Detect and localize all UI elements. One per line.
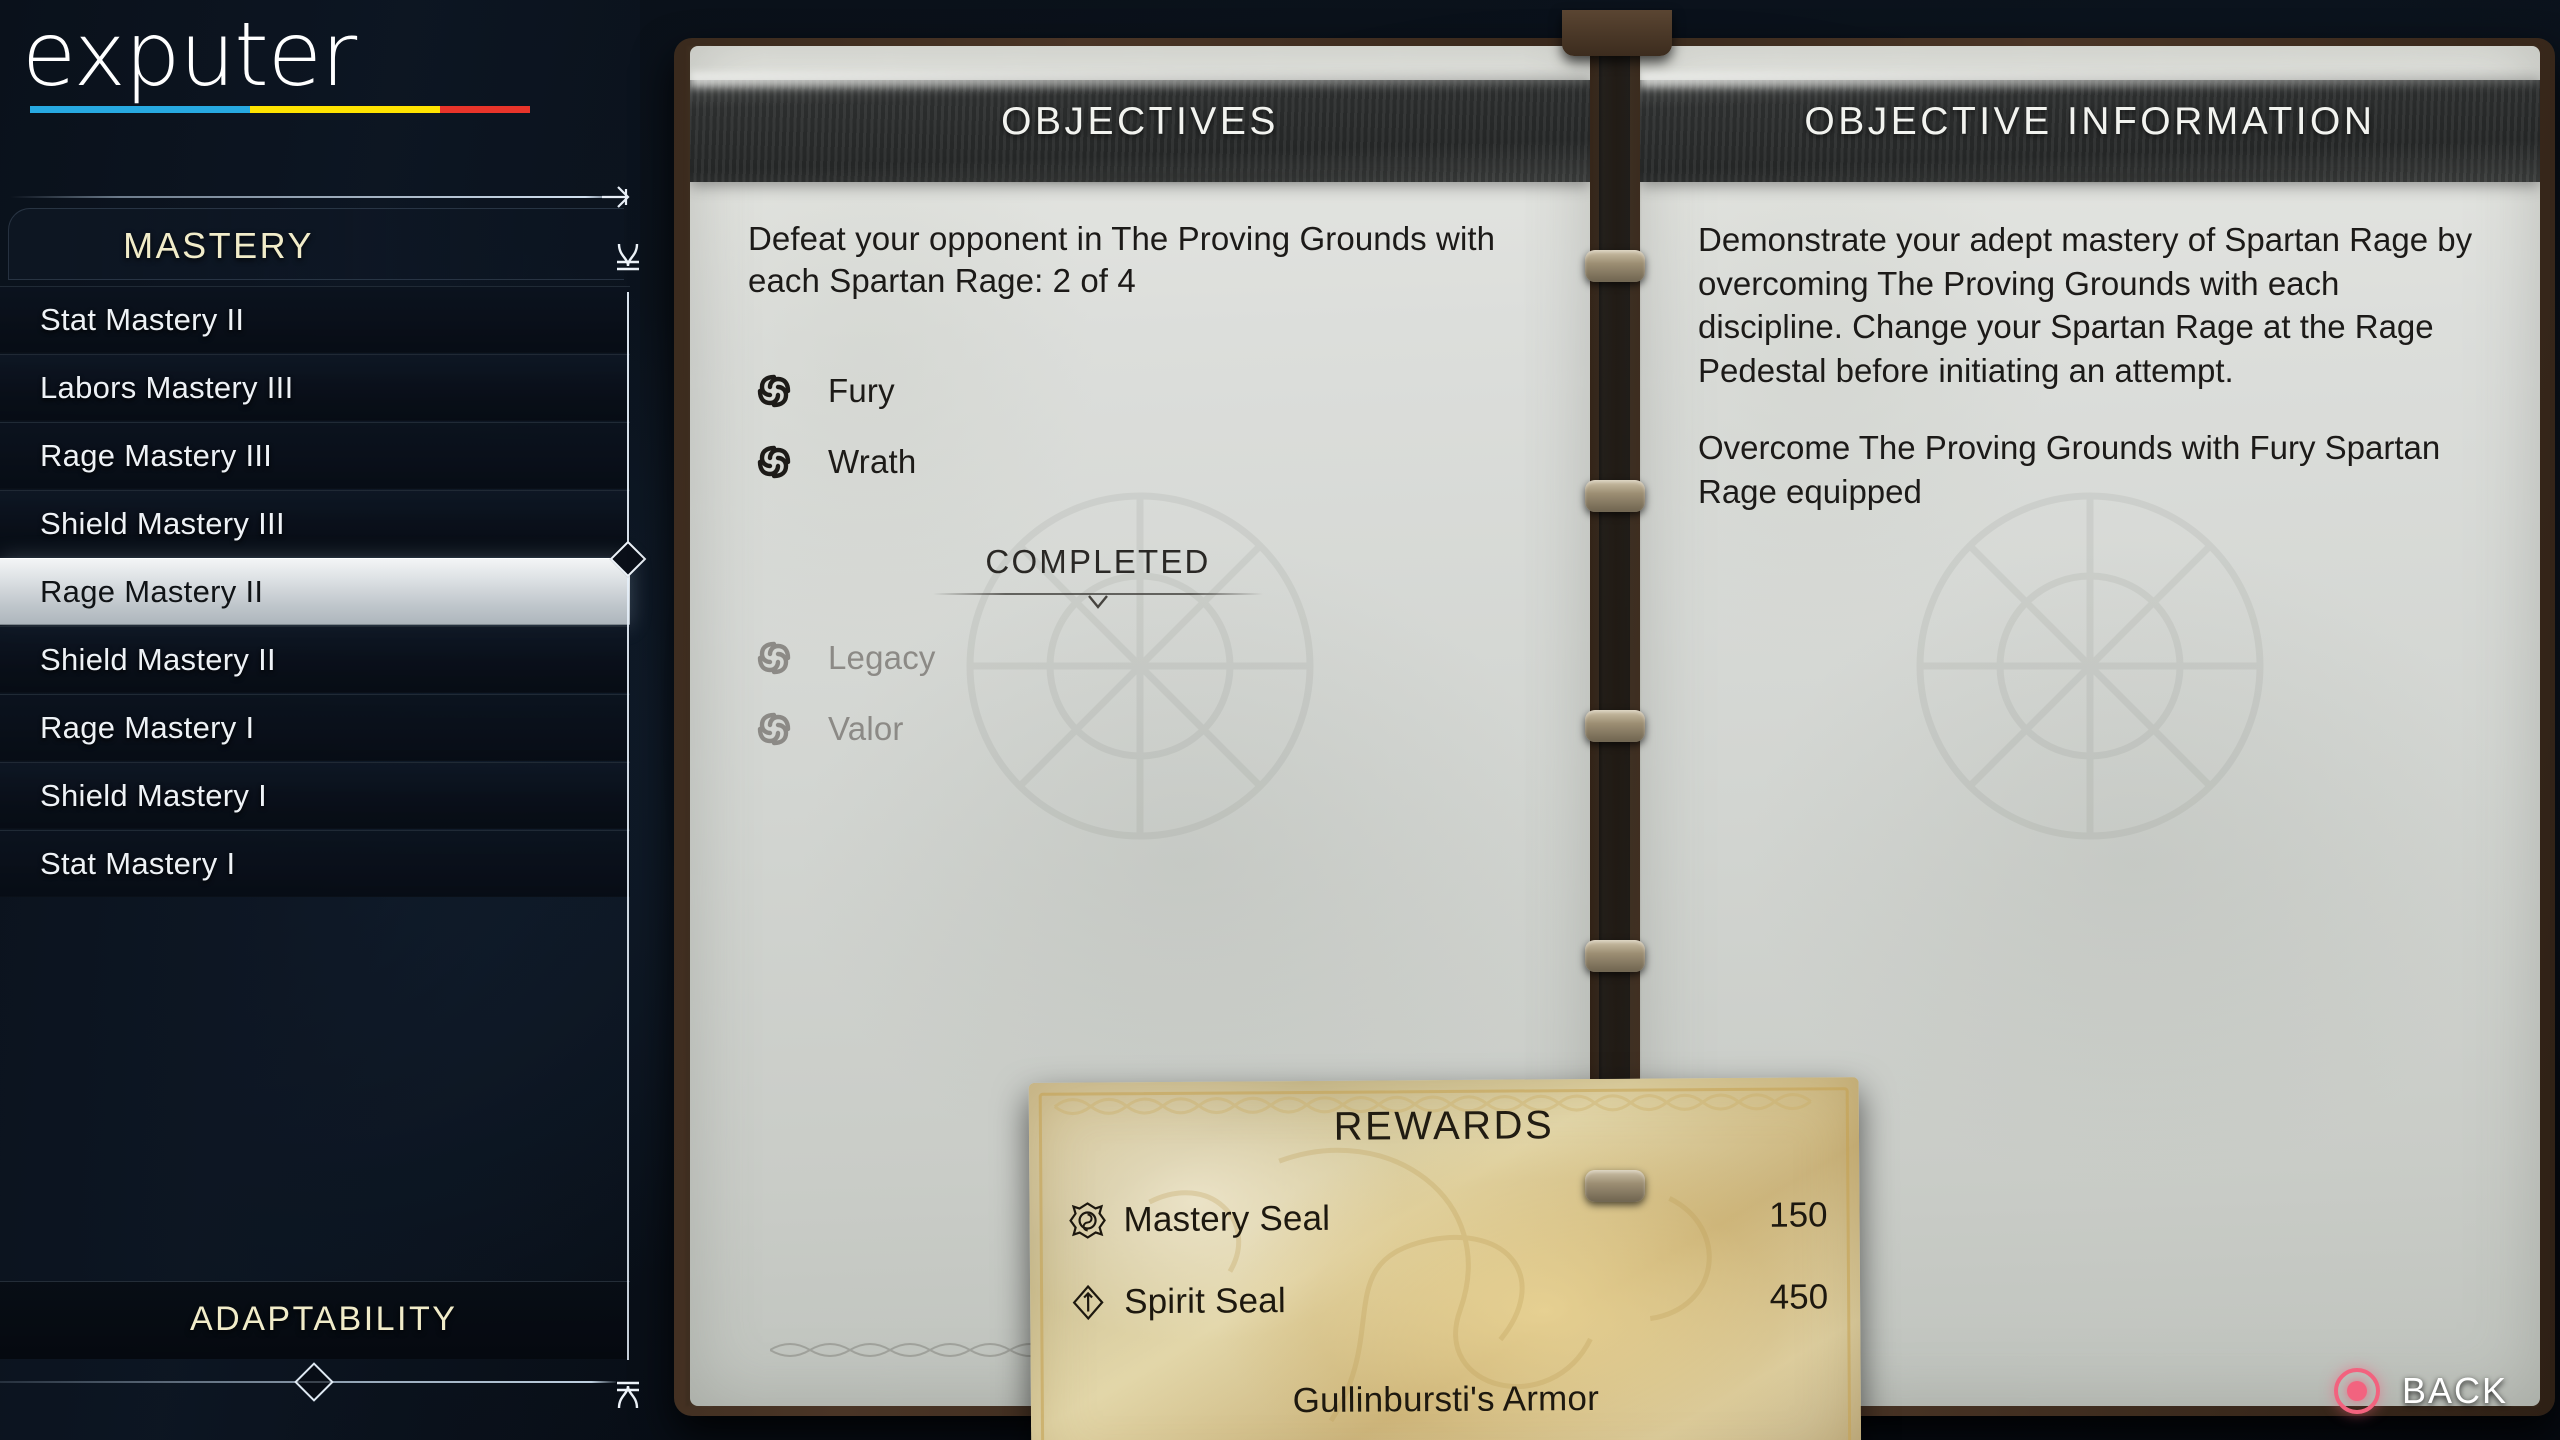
objective-description: Demonstrate your adept mastery of Sparta… bbox=[1698, 221, 2473, 389]
book-binding-ring bbox=[1585, 250, 1645, 282]
logo-underline bbox=[30, 106, 530, 113]
sidebar-item-label: Shield Mastery II bbox=[40, 641, 276, 677]
rune-scroll-down-icon bbox=[617, 1381, 639, 1409]
sidebar-section-title: MASTERY bbox=[123, 225, 314, 266]
book-binding-ring bbox=[1585, 480, 1645, 512]
sidebar-item-labors-mastery-iii[interactable]: Labors Mastery III bbox=[0, 354, 630, 421]
sidebar-item-label: Rage Mastery II bbox=[40, 573, 264, 609]
exputer-logo: exputer bbox=[22, 3, 542, 113]
celtic-knot-icon bbox=[757, 374, 791, 408]
objective-row-legacy[interactable]: Legacy bbox=[748, 625, 1538, 691]
sidebar-item-label: Rage Mastery I bbox=[40, 709, 255, 745]
logo-underline-blue bbox=[30, 106, 250, 113]
objectives-header-title: OBJECTIVES bbox=[1001, 100, 1279, 143]
sidebar-item-label: Stat Mastery II bbox=[40, 301, 245, 337]
reward-row-mastery-seal: Mastery Seal 150 bbox=[1067, 1195, 1828, 1240]
objective-summary-text: Defeat your opponent in The Proving Grou… bbox=[748, 220, 1496, 299]
spirit-seal-icon bbox=[1072, 1284, 1104, 1321]
objective-name: Valor bbox=[828, 709, 904, 747]
back-button-label: BACK bbox=[2401, 1370, 2508, 1411]
reward-item-name: Gullinbursti's Armor bbox=[1292, 1378, 1600, 1421]
sidebar-item-label: Shield Mastery I bbox=[40, 777, 268, 813]
objective-row-wrath[interactable]: Wrath bbox=[748, 429, 1538, 495]
objective-name: Fury bbox=[828, 371, 895, 409]
logo-underline-red bbox=[440, 106, 530, 113]
book-clasp bbox=[1562, 10, 1672, 56]
rune-scroll-up-icon bbox=[617, 243, 639, 271]
sidebar-section-header-adaptability[interactable]: ADAPTABILITY bbox=[0, 1281, 630, 1359]
mastery-seal-icon bbox=[1069, 1202, 1106, 1239]
scroll-rail-line bbox=[627, 292, 629, 1360]
reward-name: Mastery Seal bbox=[1123, 1198, 1331, 1240]
chevron-down-icon bbox=[1088, 595, 1108, 609]
sidebar-item-label: Rage Mastery III bbox=[40, 437, 273, 473]
celtic-knot-icon bbox=[757, 712, 791, 746]
playstation-circle-icon bbox=[2333, 1368, 2380, 1414]
rewards-title: REWARDS bbox=[1333, 1103, 1555, 1149]
left-page-header-band: OBJECTIVES bbox=[690, 80, 1590, 182]
reward-value: 450 bbox=[1769, 1277, 1829, 1317]
sidebar-item-shield-mastery-iii[interactable]: Shield Mastery III bbox=[0, 490, 630, 557]
reward-name: Spirit Seal bbox=[1124, 1281, 1286, 1322]
menu-scroll-rail[interactable] bbox=[604, 236, 652, 1416]
mastery-sidebar: exputer MASTERY Stat Mastery II Labors M… bbox=[0, 0, 640, 1440]
sidebar-item-shield-mastery-i[interactable]: Shield Mastery I bbox=[0, 762, 630, 829]
back-button[interactable]: BACK bbox=[2333, 1368, 2508, 1414]
objective-information-content: Demonstrate your adept mastery of Sparta… bbox=[1698, 218, 2488, 513]
completed-objectives-list: Legacy Valor bbox=[748, 625, 1538, 762]
sidebar-item-shield-mastery-ii[interactable]: Shield Mastery II bbox=[0, 626, 630, 693]
objective-name: Legacy bbox=[828, 638, 936, 676]
sidebar-footer-section-title: ADAPTABILITY bbox=[190, 1300, 458, 1338]
logo-underline-yellow bbox=[250, 106, 440, 113]
objective-row-valor[interactable]: Valor bbox=[748, 696, 1538, 762]
objective-row-fury[interactable]: Fury bbox=[748, 358, 1538, 424]
book-binding-ring bbox=[1585, 1170, 1645, 1202]
objective-information-header-title: OBJECTIVE INFORMATION bbox=[1804, 100, 2376, 143]
sidebar-item-label: Stat Mastery I bbox=[40, 845, 236, 881]
objective-current-step: Overcome The Proving Grounds with Fury S… bbox=[1698, 429, 2441, 510]
sidebar-item-stat-mastery-i[interactable]: Stat Mastery I bbox=[0, 830, 630, 897]
diamond-marker-icon bbox=[294, 1362, 334, 1402]
mastery-menu-list[interactable]: Stat Mastery II Labors Mastery III Rage … bbox=[0, 286, 640, 898]
right-page-header-band: OBJECTIVE INFORMATION bbox=[1640, 80, 2540, 182]
sidebar-item-label: Shield Mastery III bbox=[40, 505, 285, 541]
book-binding-ring bbox=[1585, 710, 1645, 742]
sidebar-section-header-mastery: MASTERY bbox=[8, 208, 624, 280]
objectives-content: Defeat your opponent in The Proving Grou… bbox=[748, 218, 1538, 767]
sidebar-item-rage-mastery-i[interactable]: Rage Mastery I bbox=[0, 694, 630, 761]
completed-divider bbox=[933, 592, 1263, 609]
objective-name: Wrath bbox=[828, 442, 917, 480]
celtic-knot-icon bbox=[757, 445, 791, 479]
reward-row-spirit-seal: Spirit Seal 450 bbox=[1068, 1277, 1828, 1322]
rewards-panel: REWARDS Mastery Seal 150 Spirit Seal 450 bbox=[1028, 1077, 1862, 1440]
sidebar-item-label: Labors Mastery III bbox=[40, 369, 294, 405]
reward-value: 150 bbox=[1769, 1195, 1828, 1235]
completed-section-header: COMPLETED bbox=[748, 542, 1448, 609]
celtic-knot-icon bbox=[757, 641, 791, 675]
scroll-thumb[interactable] bbox=[609, 540, 647, 578]
sidebar-item-stat-mastery-ii[interactable]: Stat Mastery II bbox=[0, 286, 630, 353]
sidebar-item-rage-mastery-iii[interactable]: Rage Mastery III bbox=[0, 422, 630, 489]
completed-label: COMPLETED bbox=[985, 542, 1211, 580]
book-binding-ring bbox=[1585, 940, 1645, 972]
sidebar-top-divider bbox=[10, 196, 622, 198]
game-menu-screen: exputer MASTERY Stat Mastery II Labors M… bbox=[0, 0, 2560, 1440]
logo-wordmark: exputer bbox=[22, 3, 357, 106]
sidebar-item-rage-mastery-ii[interactable]: Rage Mastery II bbox=[0, 558, 630, 625]
